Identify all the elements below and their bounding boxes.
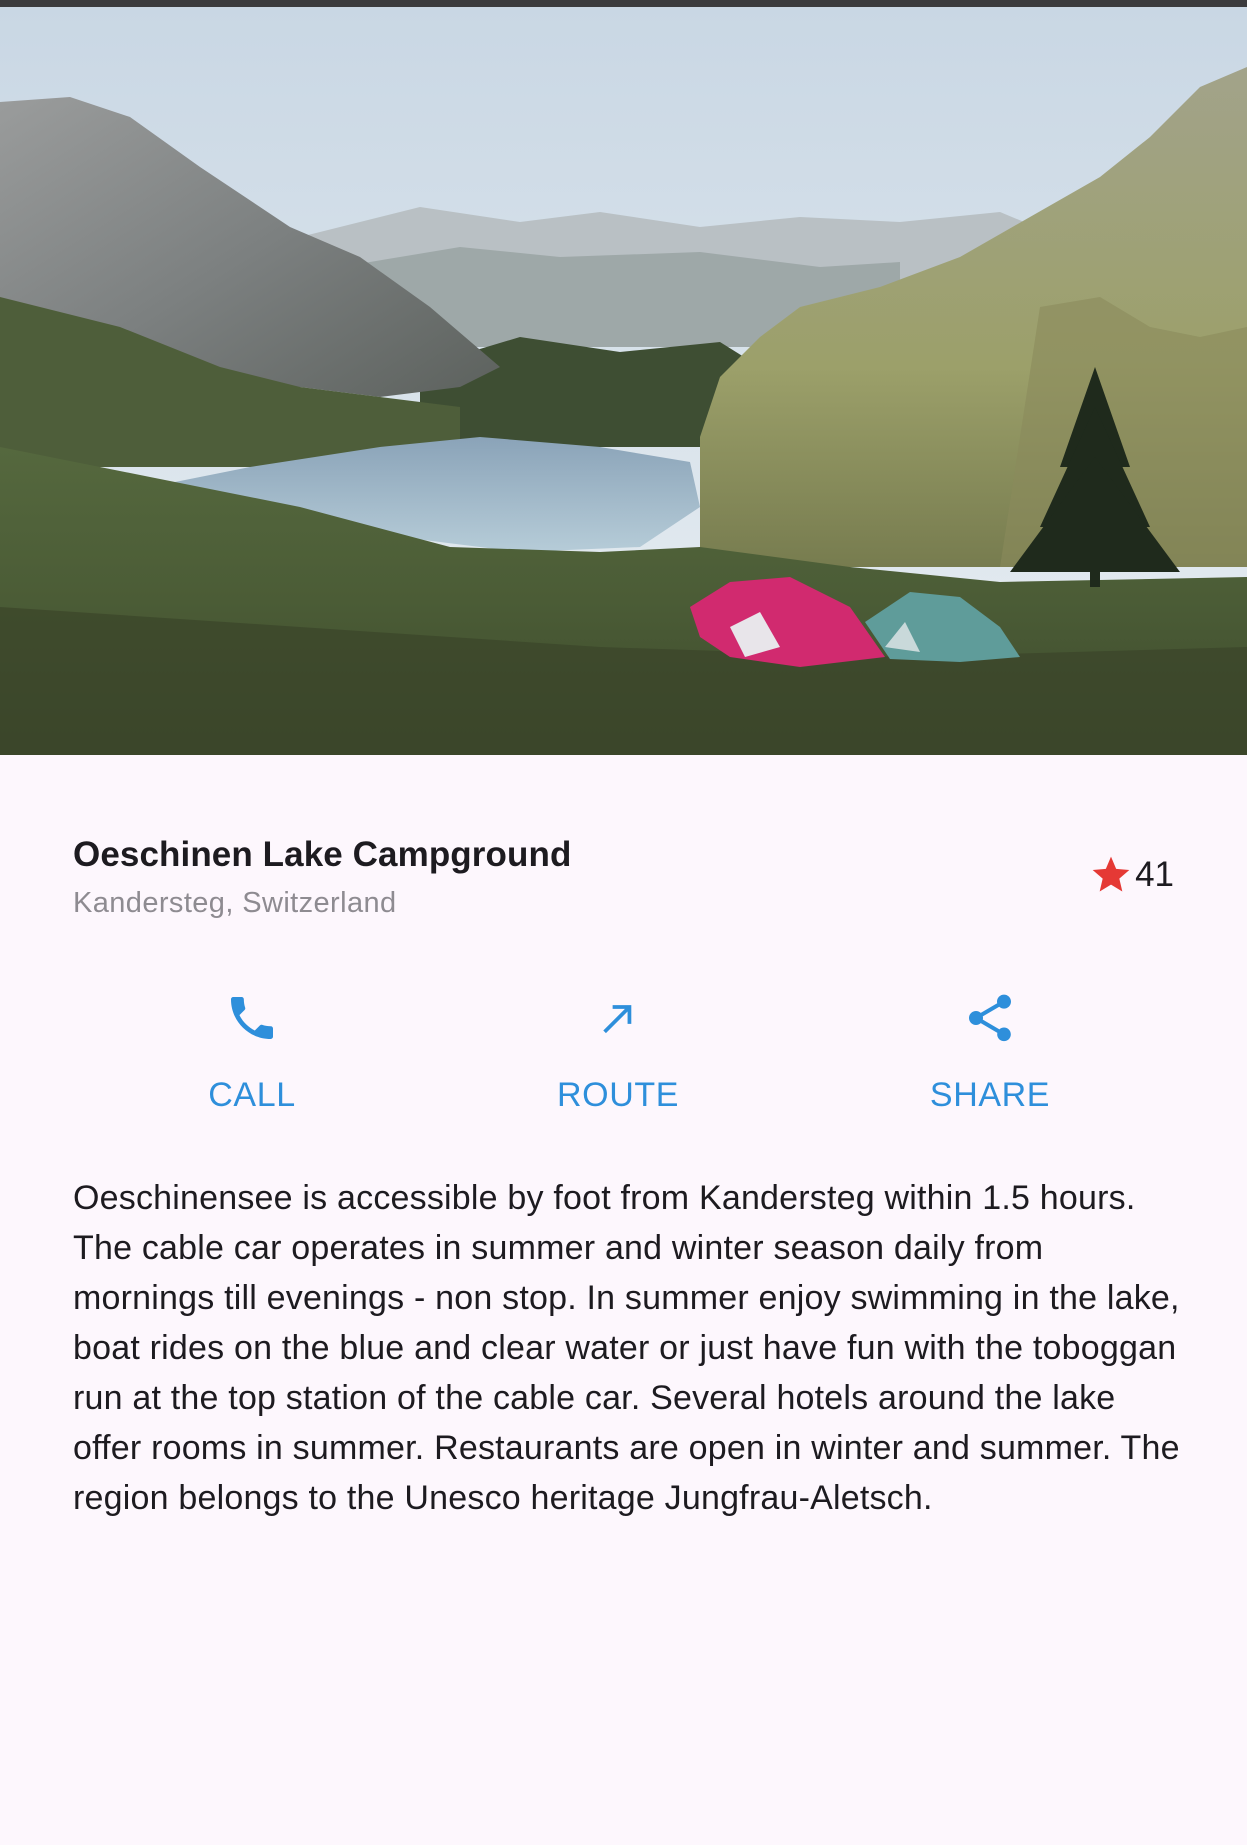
status-bar-strip [0, 0, 1247, 7]
place-description: Oeschinensee is accessible by foot from … [73, 1179, 1180, 1517]
rating-count: 41 [1135, 855, 1174, 894]
route-label: ROUTE [557, 1076, 679, 1114]
arrow-up-right-icon [590, 990, 646, 1046]
call-label: CALL [208, 1076, 296, 1114]
rating[interactable]: 41 [1089, 853, 1174, 897]
share-icon [962, 990, 1018, 1046]
place-header: Oeschinen Lake Campground Kandersteg, Sw… [73, 835, 1174, 925]
phone-icon [224, 990, 280, 1046]
share-label: SHARE [929, 1076, 1051, 1114]
route-button[interactable]: ROUTE [508, 990, 728, 1130]
place-location: Kandersteg, Switzerland [73, 887, 397, 919]
action-row: CALL ROUTE SHARE [0, 990, 1247, 1130]
share-button[interactable]: SHARE [880, 990, 1100, 1130]
star-icon [1092, 856, 1130, 892]
call-button[interactable]: CALL [142, 990, 362, 1130]
hero-image [0, 7, 1247, 755]
place-title: Oeschinen Lake Campground [73, 835, 572, 874]
